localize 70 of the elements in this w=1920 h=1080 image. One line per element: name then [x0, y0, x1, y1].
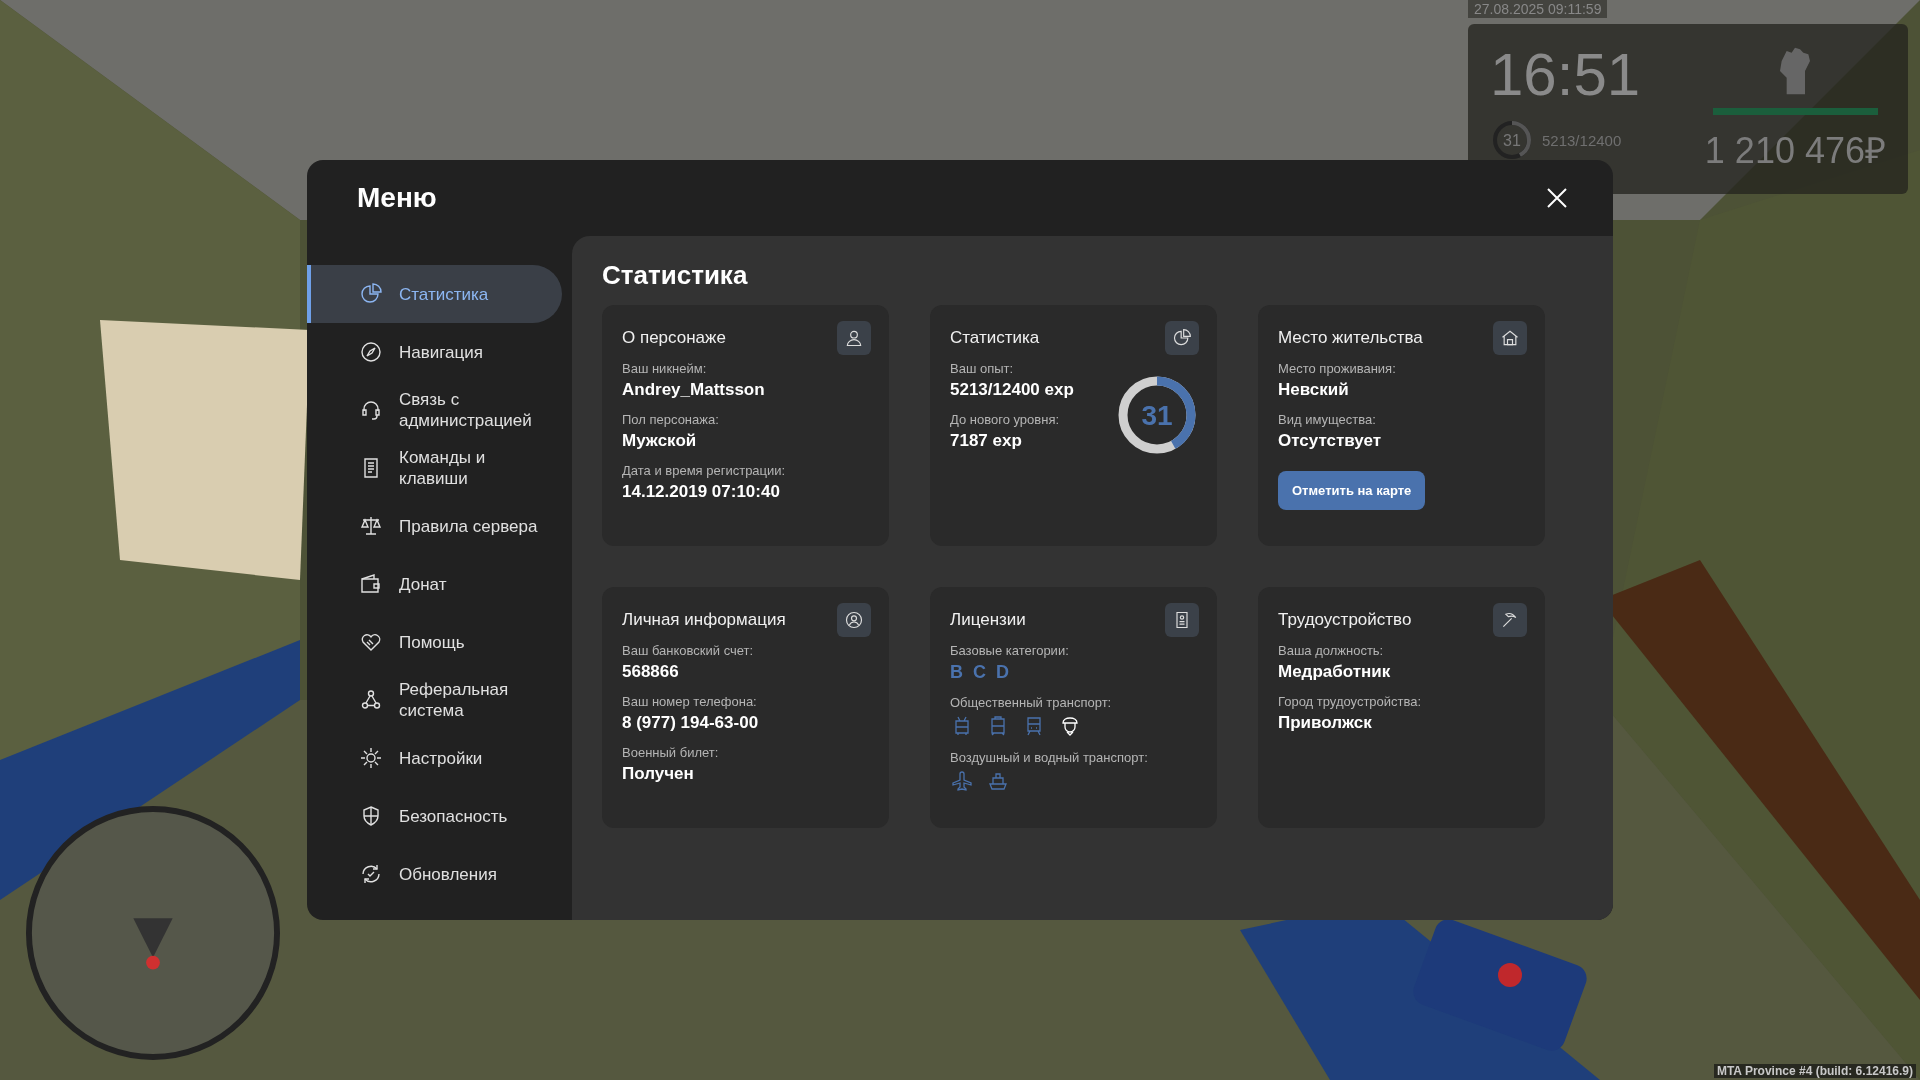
- license-category: D: [996, 662, 1009, 683]
- field-value: 14.12.2019 07:10:40: [622, 482, 781, 502]
- field-label: Пол персонажа:: [622, 412, 720, 427]
- close-icon: [1545, 186, 1569, 210]
- field-label: Место проживания:: [1278, 361, 1397, 376]
- menu-title: Меню: [357, 182, 437, 214]
- nav-item[interactable]: Связь с администрацией: [307, 381, 562, 439]
- field-label: Ваш опыт:: [950, 361, 1015, 376]
- mark-on-map-button[interactable]: Отметить на карте: [1278, 471, 1426, 510]
- field-label: Вид имущества:: [1278, 412, 1377, 427]
- nav-item[interactable]: Правила сервера: [307, 497, 562, 555]
- wallet-icon: [359, 572, 383, 596]
- field-value: 5213/12400 exp: [950, 380, 1074, 400]
- field-value: 568866: [622, 662, 680, 682]
- nodes-icon: [359, 688, 383, 712]
- headset-icon: [359, 398, 383, 422]
- house-icon[interactable]: [1493, 321, 1527, 355]
- nav-item[interactable]: Настройки: [307, 729, 562, 787]
- nav-item[interactable]: Безопасность: [307, 787, 562, 845]
- card-title: Статистика: [950, 328, 1040, 348]
- refresh-icon: [359, 862, 383, 886]
- build-text: MTA Province #4 (build: 6.12416.9): [1713, 1064, 1916, 1078]
- field-label: Город трудоустройства:: [1278, 694, 1422, 709]
- nav-item[interactable]: Реферальная система: [307, 671, 562, 729]
- field-label: Базовые категории:: [950, 643, 1070, 658]
- user-icon[interactable]: [837, 603, 871, 637]
- field-label: Ваш никнейм:: [622, 361, 708, 376]
- nav-item[interactable]: Команды и клавиши: [307, 439, 562, 497]
- field-label: Дата и время регистрации:: [622, 463, 786, 478]
- field-label: Военный билет:: [622, 745, 720, 760]
- field-value: Отсутствует: [1278, 431, 1383, 451]
- field-label: Воздушный и водный транспорт:: [950, 750, 1148, 765]
- pickaxe-icon[interactable]: [1493, 603, 1527, 637]
- field-label: До нового уровня:: [950, 412, 1061, 427]
- field-label: Ваш номер телефона:: [622, 694, 758, 709]
- date-time-text: 27.08.2025 09:11:59: [1468, 0, 1608, 18]
- field-value: Невский: [1278, 380, 1350, 400]
- field-value: Медработник: [1278, 662, 1392, 682]
- card-title: Место жительства: [1278, 328, 1423, 348]
- user-icon[interactable]: [837, 321, 871, 355]
- level-ring: 31: [1490, 118, 1534, 162]
- license-category: C: [973, 662, 986, 683]
- page-title: Статистика: [602, 260, 749, 291]
- card-title: Трудоустройство: [1278, 610, 1412, 630]
- field-value: 8 (977) 194-63-00: [622, 713, 759, 733]
- field-value: Получен: [622, 764, 695, 784]
- nav-item[interactable]: Обновления: [307, 845, 562, 903]
- clock-text: 16:51: [1490, 44, 1641, 106]
- nav-item[interactable]: Статистика: [307, 265, 562, 323]
- nav-item[interactable]: Навигация: [307, 323, 562, 381]
- card-title: О персонаже: [622, 328, 726, 348]
- scales-icon: [359, 514, 383, 538]
- field-value: 7187 exp: [950, 431, 1023, 451]
- exp-text: 5213/12400: [1542, 131, 1622, 149]
- field-label: Ваш банковский счет:: [622, 643, 755, 658]
- pie-chart-icon: [359, 282, 383, 306]
- card-title: Личная информация: [622, 610, 786, 630]
- field-value: Andrey_Mattsson: [622, 380, 766, 400]
- id-card-icon[interactable]: [1165, 603, 1199, 637]
- field-label: Общественный транспорт:: [950, 695, 1113, 710]
- field-label: Ваша должность:: [1278, 643, 1385, 658]
- card-title: Лицензии: [950, 610, 1026, 630]
- nav-item[interactable]: Донат: [307, 555, 562, 613]
- field-value: Приволжск: [1278, 713, 1373, 733]
- money-text: 1 210 476₽: [1704, 129, 1886, 173]
- pie-chart-icon[interactable]: [1165, 321, 1199, 355]
- license-category: B: [950, 662, 963, 683]
- compass-icon: [359, 340, 383, 364]
- nav-item[interactable]: Помощь: [307, 613, 562, 671]
- field-value: Мужской: [622, 431, 698, 451]
